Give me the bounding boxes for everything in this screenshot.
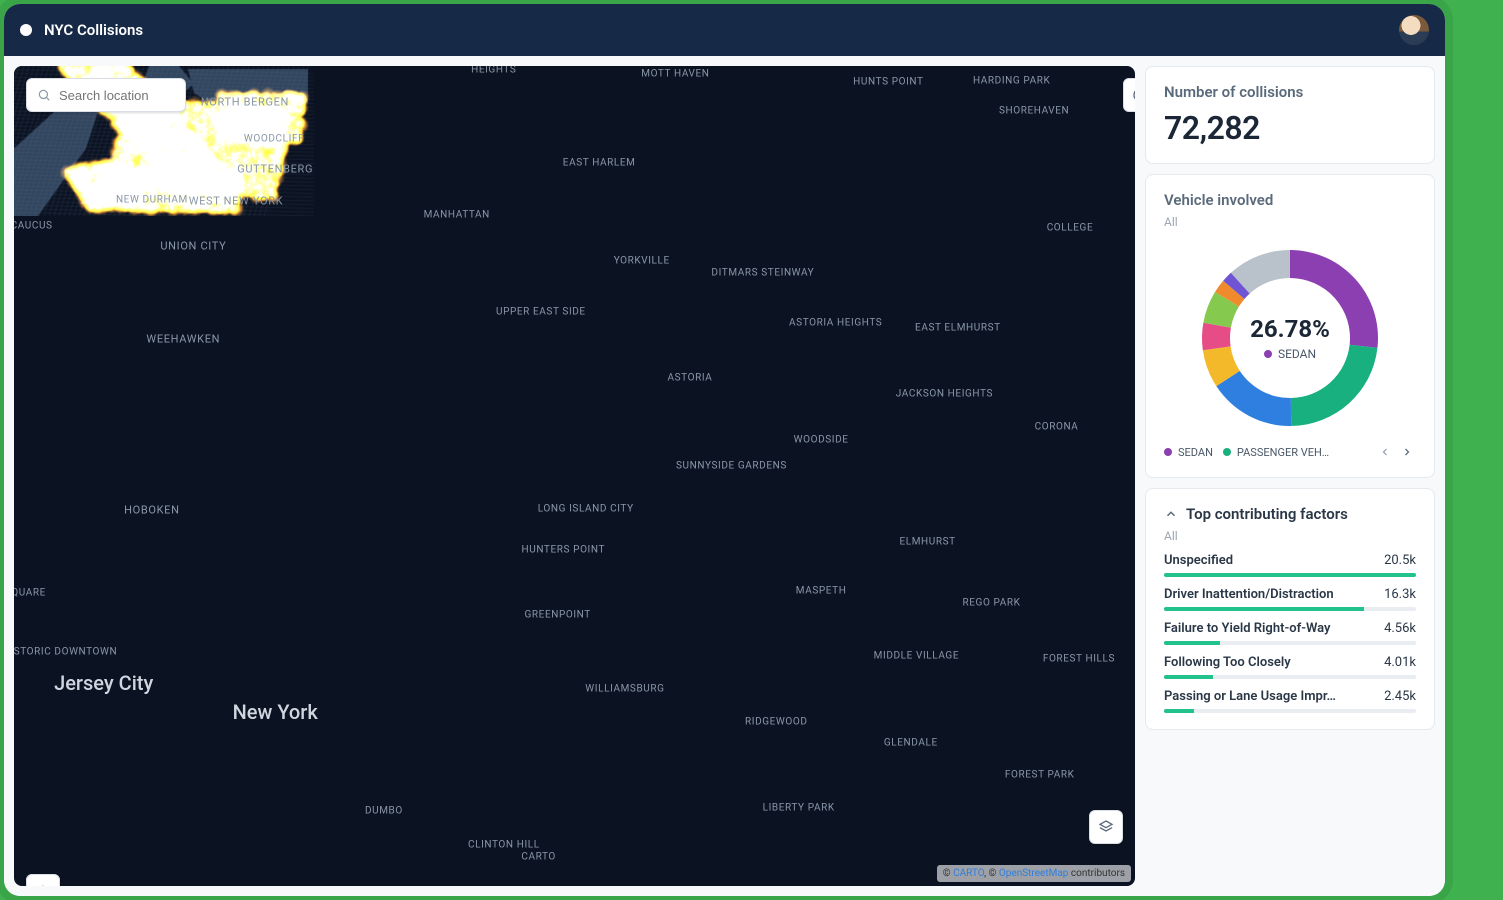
factor-value: 4.56k bbox=[1384, 621, 1416, 636]
page-title: NYC Collisions bbox=[44, 21, 143, 39]
donut-center: 26.78% SEDAN bbox=[1195, 243, 1385, 433]
chevron-right-icon bbox=[1401, 446, 1413, 458]
search-input[interactable] bbox=[59, 88, 175, 103]
layers-icon bbox=[1098, 819, 1114, 835]
summary-value: 72,282 bbox=[1164, 109, 1416, 147]
factor-bar bbox=[1164, 641, 1416, 645]
factor-row[interactable]: Unspecified 20.5k bbox=[1164, 553, 1416, 577]
factor-bar bbox=[1164, 675, 1416, 679]
body: North BergenWOODCLIFFGuttenbergWest New … bbox=[4, 56, 1445, 896]
factor-name: Unspecified bbox=[1164, 553, 1233, 568]
factor-row[interactable]: Following Too Closely 4.01k bbox=[1164, 655, 1416, 679]
avatar[interactable] bbox=[1399, 15, 1429, 45]
vehicle-title: Vehicle involved bbox=[1164, 191, 1416, 209]
info-button[interactable] bbox=[1123, 78, 1135, 112]
factors-card: Top contributing factors All Unspecified… bbox=[1145, 488, 1435, 730]
factor-row[interactable]: Failure to Yield Right-of-Way 4.56k bbox=[1164, 621, 1416, 645]
factor-row[interactable]: Passing or Lane Usage Impr… 2.45k bbox=[1164, 689, 1416, 713]
search-icon bbox=[37, 88, 51, 102]
factor-name: Failure to Yield Right-of-Way bbox=[1164, 621, 1331, 636]
search-box[interactable] bbox=[26, 78, 186, 112]
legend-item[interactable]: PASSENGER VEH… bbox=[1223, 446, 1329, 459]
factors-subtitle: All bbox=[1164, 529, 1416, 543]
zoom-in-button[interactable]: + bbox=[38, 875, 47, 886]
summary-label: Number of collisions bbox=[1164, 83, 1416, 101]
factor-bar bbox=[1164, 607, 1416, 611]
factor-bar bbox=[1164, 573, 1416, 577]
factor-name: Passing or Lane Usage Impr… bbox=[1164, 689, 1336, 704]
top-bar: NYC Collisions bbox=[4, 4, 1445, 56]
factor-value: 20.5k bbox=[1384, 553, 1416, 568]
chevron-left-icon bbox=[1379, 446, 1391, 458]
layers-button[interactable] bbox=[1089, 810, 1123, 844]
factor-value: 2.45k bbox=[1384, 689, 1416, 704]
app-frame: NYC Collisions North BergenWOODCLIFFGutt… bbox=[4, 4, 1445, 896]
legend-row: SEDAN PASSENGER VEH… bbox=[1164, 443, 1416, 461]
donut-pct: 26.78% bbox=[1250, 315, 1330, 343]
zoom-control: + 1 − bbox=[26, 874, 60, 886]
legend-next-button[interactable] bbox=[1398, 443, 1416, 461]
factor-bar bbox=[1164, 709, 1416, 713]
factor-name: Following Too Closely bbox=[1164, 655, 1291, 670]
donut-label: SEDAN bbox=[1278, 347, 1316, 361]
donut-chart[interactable]: 26.78% SEDAN bbox=[1195, 243, 1385, 433]
summary-card: Number of collisions 72,282 bbox=[1145, 66, 1435, 164]
map[interactable]: North BergenWOODCLIFFGuttenbergWest New … bbox=[14, 66, 1135, 886]
vehicle-card: Vehicle involved All 26.78% SEDAN SEDAN … bbox=[1145, 174, 1435, 478]
donut-swatch-icon bbox=[1264, 350, 1272, 358]
status-dot-icon bbox=[20, 24, 32, 36]
legend-prev-button[interactable] bbox=[1376, 443, 1394, 461]
factor-value: 16.3k bbox=[1384, 587, 1416, 602]
factor-value: 4.01k bbox=[1384, 655, 1416, 670]
carto-link[interactable]: CARTO bbox=[953, 868, 984, 879]
map-attribution: © CARTO, © OpenStreetMap contributors bbox=[937, 865, 1131, 882]
info-icon bbox=[1132, 87, 1135, 103]
chevron-up-icon[interactable] bbox=[1164, 507, 1178, 521]
legend-item[interactable]: SEDAN bbox=[1164, 446, 1213, 459]
factors-title: Top contributing factors bbox=[1186, 505, 1348, 523]
factor-name: Driver Inattention/Distraction bbox=[1164, 587, 1334, 602]
side-panel: Number of collisions 72,282 Vehicle invo… bbox=[1145, 66, 1435, 886]
osm-link[interactable]: OpenStreetMap bbox=[999, 868, 1069, 879]
vehicle-subtitle: All bbox=[1164, 215, 1416, 229]
factor-row[interactable]: Driver Inattention/Distraction 16.3k bbox=[1164, 587, 1416, 611]
